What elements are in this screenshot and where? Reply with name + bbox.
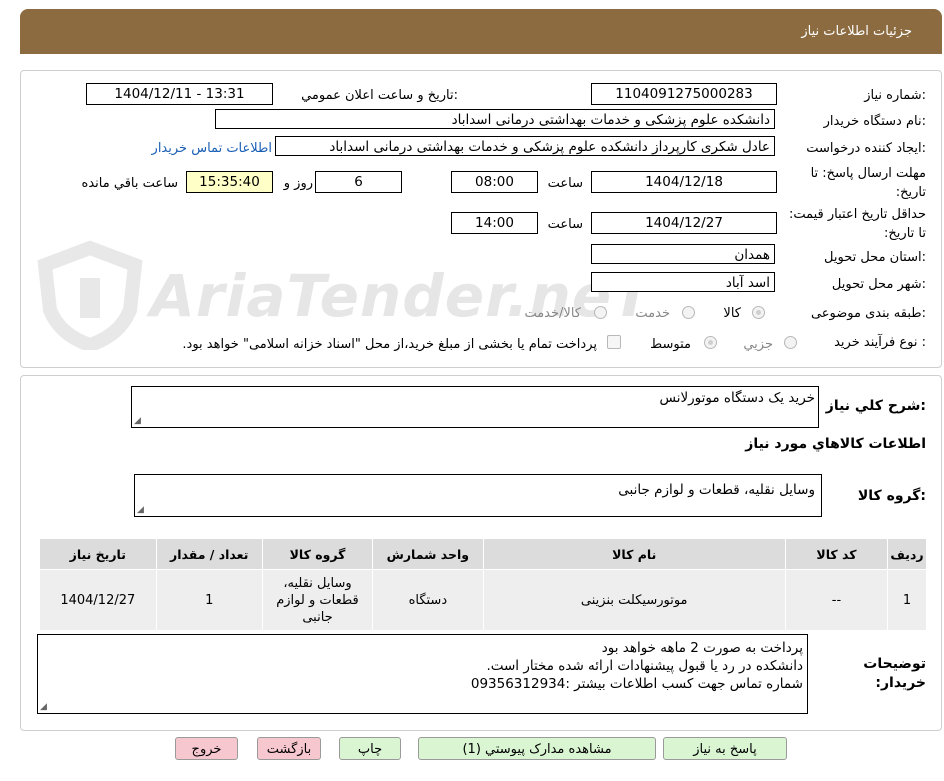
- buyer-note-line: دانشکده در رد یا قبول پیشنهادات ارائه شد…: [486, 658, 803, 674]
- need-number-label: شماره نیاز:: [864, 88, 926, 103]
- buyer-contact-link[interactable]: اطلاعات تماس خريدار: [152, 141, 272, 156]
- cell-code: --: [784, 569, 889, 631]
- cell-row: 1: [887, 569, 927, 631]
- goods-table-header: رديف کد کالا نام کالا واحد شمارش گروه کا…: [39, 538, 927, 570]
- deadline-date-field: 1404/12/18: [591, 171, 777, 193]
- goods-group-textarea[interactable]: وسایل نقلیه، قطعات و لوازم جانبی ◢: [134, 474, 822, 517]
- reply-button[interactable]: پاسخ به نياز: [663, 737, 787, 760]
- table-row: 1 -- موتورسیکلت بنزینی دستگاه وسایل نقلی…: [39, 569, 927, 631]
- category-option-goods-service: کالا/خدمت: [524, 306, 581, 321]
- cell-name: موتورسیکلت بنزینی: [482, 569, 786, 631]
- validity-time-field: 14:00: [451, 212, 538, 234]
- col-need-date: تاريخ نياز: [39, 538, 157, 570]
- buyer-note-line: شماره تماس جهت کسب اطلاعات بیشتر :093563…: [470, 676, 803, 692]
- goods-group-label: گروه کالا:: [857, 488, 926, 504]
- city-field: اسد آباد: [591, 272, 775, 292]
- process-option-small: جزيي: [743, 337, 773, 352]
- goods-info-title: اطلاعات کالاهاي مورد نياز: [745, 436, 926, 452]
- validity-time-label: ساعت: [547, 217, 583, 232]
- announce-label: تاریخ و ساعت اعلان عمومي:: [301, 88, 458, 103]
- goods-table: رديف کد کالا نام کالا واحد شمارش گروه کا…: [39, 538, 927, 631]
- col-group: گروه کالا: [261, 538, 374, 570]
- validity-date-field: 1404/12/27: [591, 212, 777, 234]
- process-option-medium: متوسط: [650, 337, 691, 352]
- summary-label: شرح کلي نياز:: [825, 398, 926, 414]
- remaining-time-field: 15:35:40: [186, 171, 273, 193]
- back-button[interactable]: بازگشت: [257, 737, 321, 760]
- days-field: 6: [315, 171, 402, 193]
- remaining-label: ساعت باقي مانده: [81, 176, 178, 191]
- category-radio-goods-service[interactable]: [594, 306, 607, 319]
- cell-group: وسایل نقلیه، قطعات و لوازم جانبی: [261, 569, 374, 631]
- process-radio-medium[interactable]: [704, 336, 717, 349]
- page-header: جزئیات اطلاعات نیاز: [20, 9, 942, 54]
- city-label: شهر محل تحويل:: [831, 277, 926, 292]
- col-name: نام کالا: [482, 538, 786, 570]
- category-label: طبقه بندی موضوعی:: [810, 306, 926, 321]
- buyer-field: دانشکده علوم پزشکی و خدمات بهداشتی درمان…: [215, 109, 775, 129]
- validity-label: حداقل تاريخ اعتبار قيمت: تا تاريخ:: [788, 207, 926, 241]
- resize-grip-icon[interactable]: ◢: [137, 505, 144, 515]
- process-label: نوع فرآيند خريد :: [834, 335, 926, 350]
- requester-field: عادل شکری کارپرداز دانشکده علوم پزشکی و …: [275, 136, 775, 156]
- days-label: روز و: [283, 176, 313, 191]
- buyer-notes-textarea[interactable]: پرداخت به صورت 2 ماهه خواهد بود دانشکده …: [37, 634, 808, 714]
- announce-field: 1404/12/11 - 13:31: [86, 83, 273, 105]
- cell-need-date: 1404/12/27: [39, 569, 157, 631]
- page-title: جزئیات اطلاعات نیاز: [801, 24, 912, 39]
- treasury-checkbox[interactable]: [607, 335, 621, 349]
- deadline-time-label: ساعت: [547, 176, 583, 191]
- print-button[interactable]: چاپ: [339, 737, 401, 760]
- col-quantity: تعداد / مقدار: [155, 538, 263, 570]
- buyer-label: نام دستگاه خريدار:: [823, 114, 926, 129]
- exit-button[interactable]: خروج: [175, 737, 238, 760]
- col-unit: واحد شمارش: [372, 538, 484, 570]
- resize-grip-icon[interactable]: ◢: [134, 416, 141, 426]
- col-code: کد کالا: [784, 538, 889, 570]
- cell-unit: دستگاه: [372, 569, 484, 631]
- process-radio-small[interactable]: [784, 336, 797, 349]
- buyer-note-line: پرداخت به صورت 2 ماهه خواهد بود: [601, 640, 803, 656]
- deadline-label: مهلت ارسال پاسخ: تا تاريخ:: [810, 166, 926, 200]
- summary-textarea[interactable]: خرید یک دستگاه موتورلانس ◢: [131, 386, 819, 428]
- watermark-logo: [30, 240, 150, 353]
- province-label: استان محل تحويل:: [824, 250, 926, 265]
- col-row: رديف: [887, 538, 927, 570]
- deadline-time-field: 08:00: [451, 171, 538, 193]
- goods-group-value: وسایل نقلیه، قطعات و لوازم جانبی: [618, 482, 815, 498]
- category-option-goods: کالا: [723, 306, 741, 321]
- treasury-payment-note: پرداخت تمام يا بخشی از مبلغ خريد،از محل …: [182, 337, 597, 352]
- cell-quantity: 1: [155, 569, 263, 631]
- need-number-field: 1104091275000283: [591, 83, 777, 105]
- resize-grip-icon[interactable]: ◢: [40, 702, 47, 712]
- category-option-service: خدمت: [635, 306, 670, 321]
- buyer-notes-text: پرداخت به صورت 2 ماهه خواهد بود دانشکده …: [471, 639, 803, 693]
- province-field: همدان: [591, 244, 775, 264]
- view-documents-button[interactable]: مشاهده مدارک پيوستي (1): [418, 737, 656, 760]
- buyer-notes-label: توضيحات خريدار:: [863, 656, 926, 691]
- summary-value: خرید یک دستگاه موتورلانس: [659, 390, 815, 406]
- category-radio-goods[interactable]: [752, 306, 765, 319]
- requester-label: ايجاد کننده درخواست:: [806, 141, 926, 156]
- category-radio-service[interactable]: [682, 306, 695, 319]
